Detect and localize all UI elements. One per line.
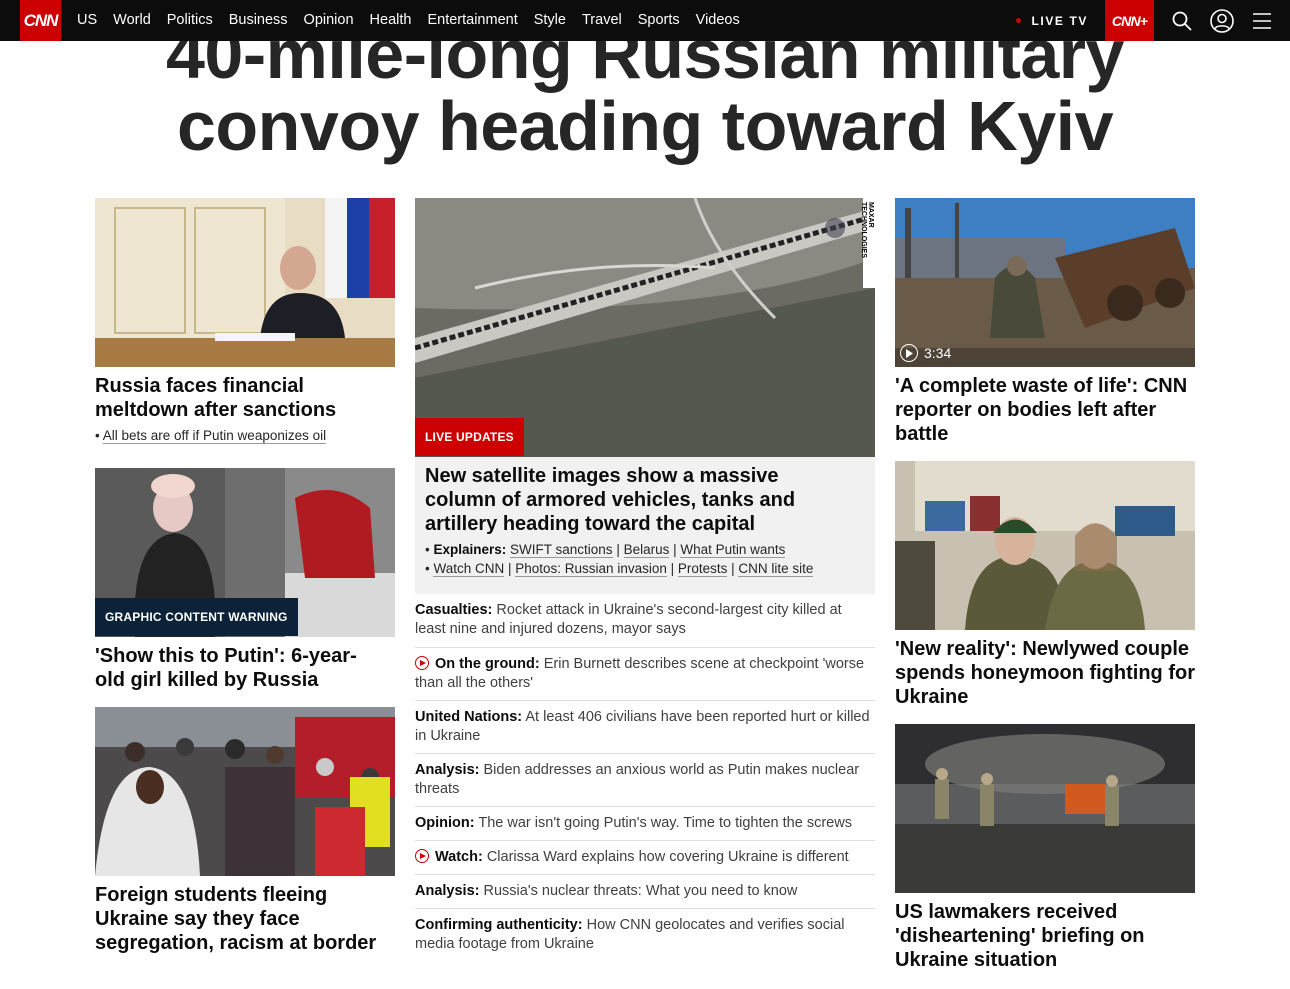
nav-links: US World Politics Business Opinion Healt… [69, 0, 748, 41]
link-cnn-lite[interactable]: CNN lite site [738, 561, 814, 577]
right-card3-title[interactable]: US lawmakers received 'disheartening' br… [895, 900, 1195, 972]
menu-icon[interactable] [1250, 9, 1274, 33]
nav-right: LIVE TV CNN+ [1016, 0, 1290, 41]
story-item[interactable]: Analysis: Russia's nuclear threats: What… [415, 874, 875, 901]
story-label: Casualties: [415, 602, 493, 618]
watch-links-row: • Watch CNN | Photos: Russian invasion |… [425, 561, 814, 577]
live-tv-label: LIVE TV [1031, 13, 1088, 28]
link-watch-cnn[interactable]: Watch CNN [433, 561, 505, 577]
nav-link-travel[interactable]: Travel [574, 0, 630, 41]
video-duration[interactable]: 3:34 [900, 344, 951, 362]
story-item[interactable]: Watch: Clarissa Ward explains how coveri… [415, 840, 875, 867]
story-label: Confirming authenticity: [415, 917, 583, 933]
video-play-icon [415, 656, 429, 670]
right-card2-title[interactable]: 'New reality': Newlywed couple spends ho… [895, 637, 1195, 709]
nav-link-entertainment[interactable]: Entertainment [419, 0, 525, 41]
top-nav: CNN US World Politics Business Opinion H… [0, 0, 1290, 41]
video-play-icon [415, 849, 429, 863]
story-item[interactable]: On the ground: Erin Burnett describes sc… [415, 647, 875, 693]
nav-link-sports[interactable]: Sports [630, 0, 688, 41]
explainer-link-belarus[interactable]: Belarus [623, 542, 670, 558]
soldiers-image[interactable] [895, 724, 1195, 893]
nav-link-business[interactable]: Business [221, 0, 296, 41]
story-label: Opinion: [415, 815, 475, 831]
explainers-label: Explainers: [433, 542, 507, 557]
explainers-row: • Explainers: SWIFT sanctions | Belarus … [425, 542, 786, 558]
students-image[interactable] [95, 707, 395, 876]
left-card1-title[interactable]: Russia faces financial meltdown after sa… [95, 374, 385, 422]
story-label: United Nations: [415, 709, 523, 725]
story-item[interactable]: Confirming authenticity: How CNN geoloca… [415, 908, 875, 954]
story-text: Biden addresses an anxious world as Puti… [415, 762, 860, 797]
left-card2-title[interactable]: 'Show this to Putin': 6-year-old girl ki… [95, 644, 385, 692]
story-text: Clarissa Ward explains how covering Ukra… [486, 849, 849, 865]
story-item[interactable]: Opinion: The war isn't going Putin's way… [415, 806, 875, 833]
nav-link-style[interactable]: Style [526, 0, 574, 41]
story-item[interactable]: United Nations: At least 406 civilians h… [415, 700, 875, 746]
account-icon[interactable] [1210, 8, 1234, 33]
satellite-credit: MAXAR TECHNOLOGIES [860, 202, 874, 259]
nav-link-health[interactable]: Health [362, 0, 420, 41]
nav-link-world[interactable]: World [105, 0, 159, 41]
search-icon[interactable] [1170, 9, 1194, 33]
nav-link-opinion[interactable]: Opinion [296, 0, 362, 41]
story-item[interactable]: Analysis: Biden addresses an anxious wor… [415, 753, 875, 799]
live-updates-badge: LIVE UPDATES [415, 418, 524, 456]
story-label: Analysis: [415, 883, 480, 899]
nav-link-politics[interactable]: Politics [159, 0, 221, 41]
nav-link-videos[interactable]: Videos [688, 0, 748, 41]
story-label: Analysis: [415, 762, 480, 778]
couple-image[interactable] [895, 461, 1195, 630]
explainer-link-swift[interactable]: SWIFT sanctions [510, 542, 613, 558]
story-text: Russia's nuclear threats: What you need … [483, 883, 798, 899]
putin-image[interactable] [95, 198, 395, 367]
story-item[interactable]: Casualties: Rocket attack in Ukraine's s… [415, 594, 875, 639]
video-duration-label: 3:34 [924, 345, 952, 361]
left-card3-title[interactable]: Foreign students fleeing Ukraine say the… [95, 883, 395, 955]
lead-story-title[interactable]: New satellite images show a massive colu… [425, 464, 845, 536]
graphic-content-badge: GRAPHIC CONTENT WARNING [95, 598, 298, 636]
live-dot-icon [1016, 18, 1022, 23]
story-text: The war isn't going Putin's way. Time to… [478, 815, 852, 831]
play-icon [900, 344, 918, 362]
cnn-plus-button[interactable]: CNN+ [1105, 0, 1154, 41]
main-headline-line2[interactable]: convoy heading toward Kyiv [0, 90, 1290, 162]
story-label: Watch: [435, 849, 483, 865]
left-card1-sublink[interactable]: • All bets are off if Putin weaponizes o… [95, 428, 327, 444]
right-card1-title[interactable]: 'A complete waste of life': CNN reporter… [895, 374, 1195, 446]
story-label: On the ground: [435, 656, 540, 672]
nav-link-us[interactable]: US [69, 0, 105, 41]
live-tv-link[interactable]: LIVE TV [1016, 14, 1088, 28]
left-card1-sublink-text[interactable]: All bets are off if Putin weaponizes oil [102, 428, 327, 444]
battle-image[interactable] [895, 198, 1195, 367]
link-photos[interactable]: Photos: Russian invasion [515, 561, 667, 577]
link-protests[interactable]: Protests [677, 561, 728, 577]
explainer-link-putin[interactable]: What Putin wants [680, 542, 786, 558]
cnn-logo[interactable]: CNN [20, 0, 61, 41]
